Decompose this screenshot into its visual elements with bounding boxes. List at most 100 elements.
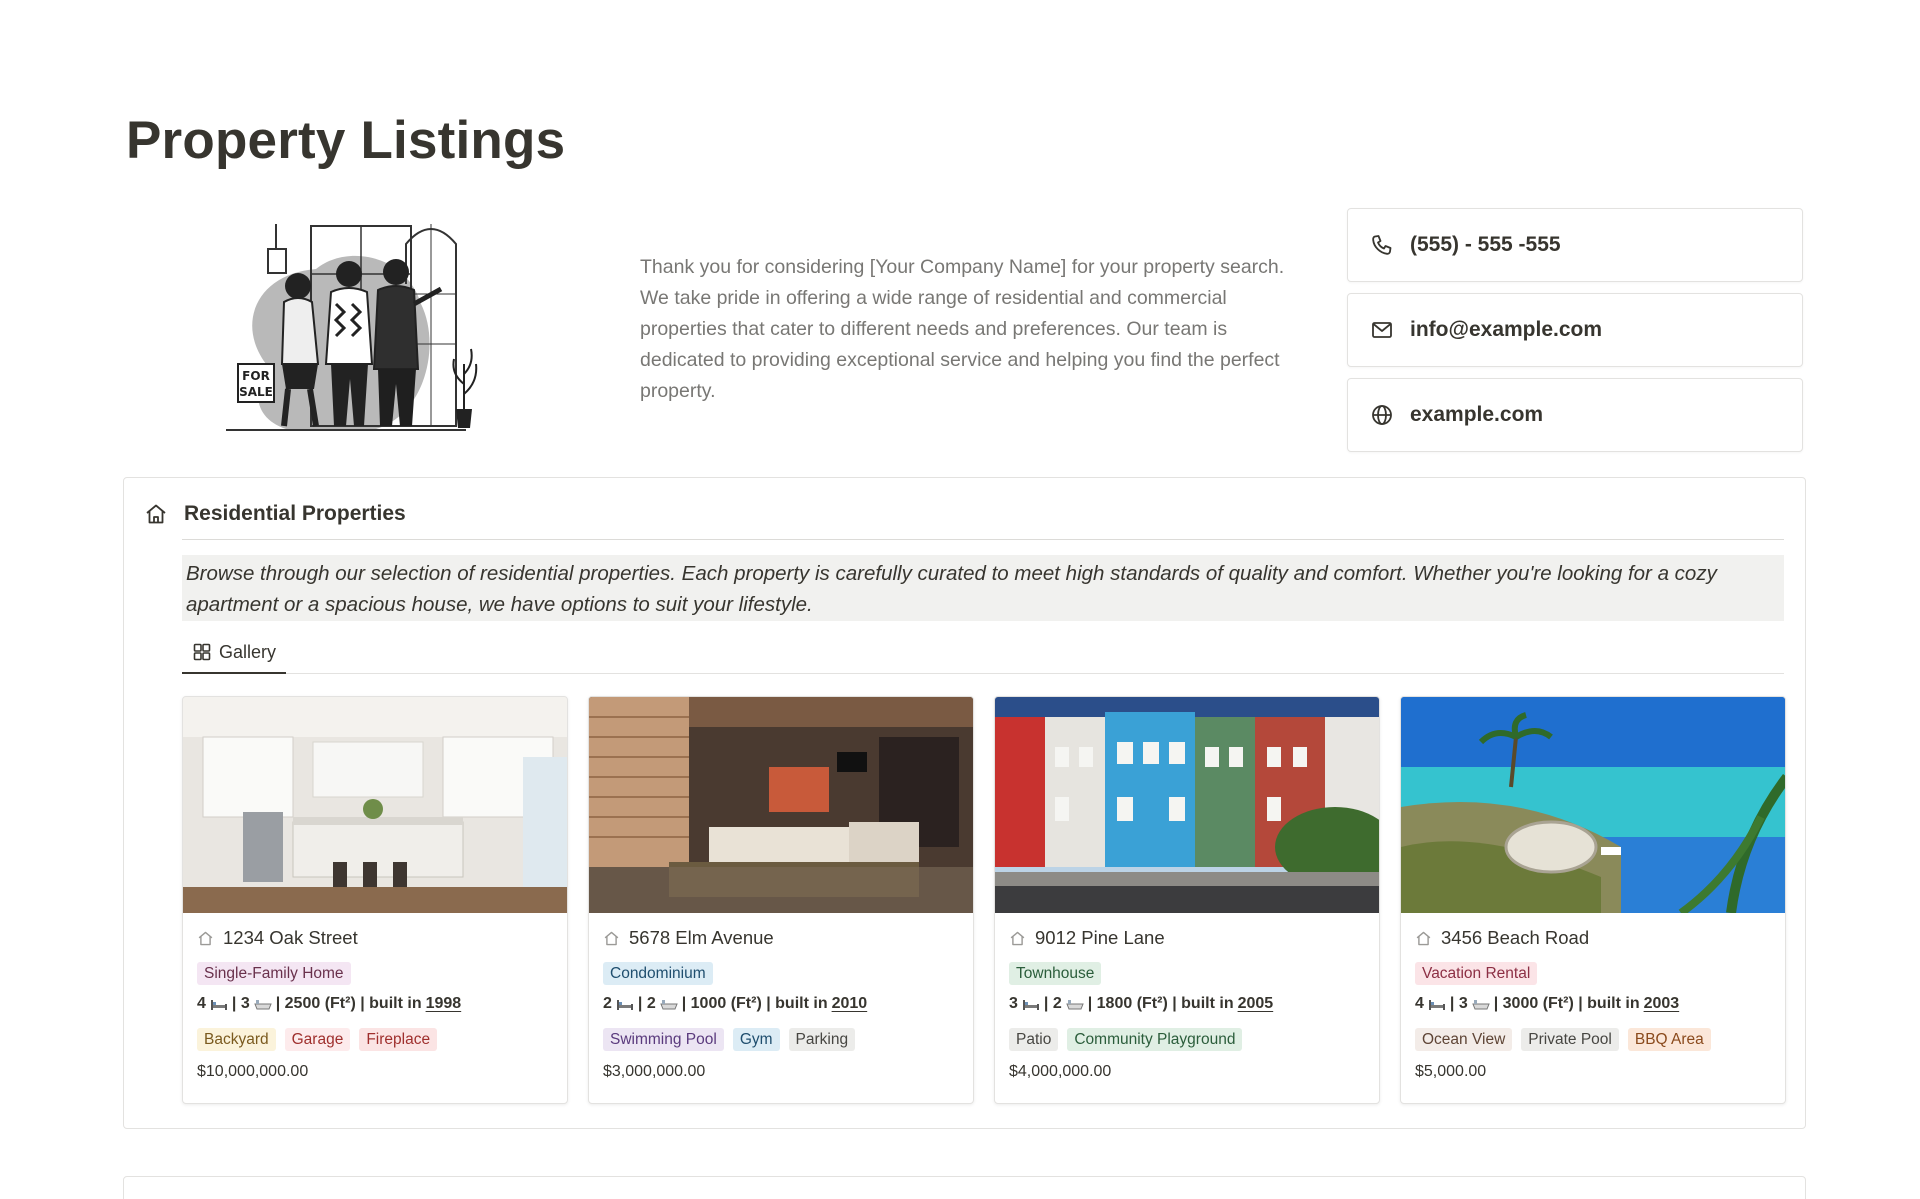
next-section (123, 1176, 1806, 1199)
page-title: Property Listings (126, 111, 566, 170)
home-icon (197, 930, 214, 947)
property-card[interactable]: 9012 Pine Lane Townhouse 3 | 2 | 1800 (F… (994, 696, 1380, 1104)
property-type-tag: Townhouse (1009, 962, 1102, 985)
property-specs: 4 | 3 | 3000 (Ft²) | built in 2003 (1415, 995, 1680, 1012)
amenities-row: Patio Community Playground (1009, 1028, 1251, 1051)
property-card[interactable]: 3456 Beach Road Vacation Rental 4 | 3 | … (1400, 696, 1786, 1104)
built-label: built in (1181, 995, 1234, 1012)
section-header[interactable]: Residential Properties (144, 498, 406, 530)
property-specs: 3 | 2 | 1800 (Ft²) | built in 2005 (1009, 995, 1274, 1012)
bed-icon (616, 998, 634, 1010)
property-address: 5678 Elm Avenue (629, 927, 774, 948)
tab-gallery[interactable]: Gallery (182, 632, 287, 674)
baths-count: 2 (1052, 995, 1062, 1012)
amenity-tag: BBQ Area (1627, 1028, 1711, 1051)
built-year: 2010 (831, 995, 868, 1012)
property-title: 3456 Beach Road (1415, 927, 1589, 949)
property-title: 9012 Pine Lane (1009, 927, 1165, 949)
beds-count: 4 (197, 995, 206, 1012)
bathtub-icon (253, 998, 272, 1010)
section-title: Residential Properties (184, 502, 406, 525)
globe-icon (1370, 403, 1394, 427)
contact-phone-card[interactable]: (555) - 555 -555 (1347, 208, 1803, 282)
contact-email-card[interactable]: info@example.com (1347, 293, 1803, 367)
property-gallery: 1234 Oak Street Single-Family Home 4 | 3… (182, 696, 1786, 1104)
property-price: $5,000.00 (1415, 1063, 1487, 1080)
home-icon (144, 502, 168, 526)
gallery-icon (192, 642, 212, 662)
built-year: 2005 (1237, 995, 1274, 1012)
baths-count: 2 (646, 995, 656, 1012)
tab-gallery-label: Gallery (219, 641, 277, 662)
built-year: 2003 (1643, 995, 1680, 1012)
property-card[interactable]: 5678 Elm Avenue Condominium 2 | 2 | 1000… (588, 696, 974, 1104)
property-type-tag: Condominium (603, 962, 713, 985)
amenity-tag: Parking (788, 1028, 856, 1051)
amenities-row: Swimming Pool Gym Parking (603, 1028, 864, 1051)
property-price: $10,000,000.00 (197, 1063, 309, 1080)
beds-count: 3 (1009, 995, 1018, 1012)
property-title: 1234 Oak Street (197, 927, 358, 949)
view-tabs: Gallery (182, 632, 1784, 674)
amenity-tag: Fireplace (359, 1028, 438, 1051)
property-type-tag: Single-Family Home (197, 962, 351, 985)
property-type-row: Vacation Rental (1415, 962, 1546, 985)
property-address: 3456 Beach Road (1441, 927, 1590, 948)
bathtub-icon (1471, 998, 1490, 1010)
home-icon (1415, 930, 1432, 947)
property-photo (1401, 697, 1785, 913)
built-year: 1998 (425, 995, 462, 1012)
property-price: $3,000,000.00 (603, 1063, 706, 1080)
page: Property Listings FOR SALE Thank you for… (0, 0, 1920, 1199)
home-icon (1009, 930, 1026, 947)
mail-icon (1370, 318, 1394, 342)
bed-icon (1022, 998, 1040, 1010)
property-title: 5678 Elm Avenue (603, 927, 774, 949)
contact-email-text: info@example.com (1410, 318, 1603, 341)
bathtub-icon (659, 998, 678, 1010)
amenity-tag: Swimming Pool (603, 1028, 724, 1051)
property-address: 9012 Pine Lane (1035, 927, 1165, 948)
contact-website-text: example.com (1410, 403, 1544, 426)
amenity-tag: Private Pool (1521, 1028, 1619, 1051)
baths-count: 3 (240, 995, 250, 1012)
property-specs: 2 | 2 | 1000 (Ft²) | built in 2010 (603, 995, 868, 1012)
built-label: built in (775, 995, 828, 1012)
property-address: 1234 Oak Street (223, 927, 358, 948)
amenity-tag: Community Playground (1067, 1028, 1243, 1051)
amenity-tag: Patio (1009, 1028, 1059, 1051)
svg-text:SALE: SALE (239, 385, 273, 399)
area-value: 1000 (Ft²) (690, 995, 762, 1012)
residential-properties-section: Residential Properties Browse through ou… (123, 477, 1806, 1129)
contact-website-card[interactable]: example.com (1347, 378, 1803, 452)
property-type-row: Townhouse (1009, 962, 1110, 985)
property-specs: 4 | 3 | 2500 (Ft²) | built in 1998 (197, 995, 462, 1012)
amenity-tag: Garage (284, 1028, 351, 1051)
property-photo (589, 697, 973, 913)
bed-icon (210, 998, 228, 1010)
property-photo (995, 697, 1379, 913)
property-price: $4,000,000.00 (1009, 1063, 1112, 1080)
for-sale-sign-text: FOR (242, 369, 270, 383)
amenities-row: Ocean View Private Pool BBQ Area (1415, 1028, 1720, 1051)
property-type-row: Single-Family Home (197, 962, 360, 985)
section-callout: Browse through our selection of resident… (182, 555, 1784, 621)
property-photo (183, 697, 567, 913)
area-value: 2500 (Ft²) (284, 995, 356, 1012)
phone-icon (1370, 233, 1394, 257)
property-type-tag: Vacation Rental (1415, 962, 1538, 985)
section-divider (182, 539, 1784, 540)
area-value: 1800 (Ft²) (1096, 995, 1168, 1012)
realtor-illustration: FOR SALE (226, 214, 486, 440)
bed-icon (1428, 998, 1446, 1010)
amenity-tag: Ocean View (1415, 1028, 1513, 1051)
baths-count: 3 (1458, 995, 1468, 1012)
contact-phone-text: (555) - 555 -555 (1410, 233, 1561, 256)
amenity-tag: Backyard (197, 1028, 276, 1051)
home-icon (603, 930, 620, 947)
property-card[interactable]: 1234 Oak Street Single-Family Home 4 | 3… (182, 696, 568, 1104)
built-label: built in (1587, 995, 1640, 1012)
intro-text: Thank you for considering [Your Company … (640, 256, 1285, 402)
built-label: built in (369, 995, 422, 1012)
amenity-tag: Gym (732, 1028, 780, 1051)
